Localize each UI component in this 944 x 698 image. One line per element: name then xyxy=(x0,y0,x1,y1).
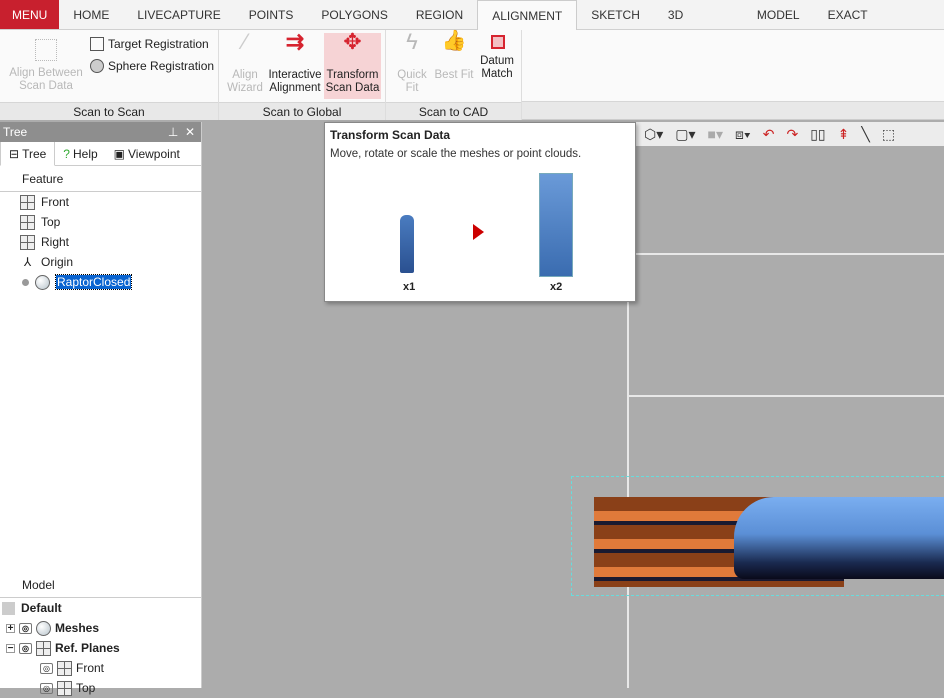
plane-icon xyxy=(57,660,72,676)
rotate-left-icon[interactable]: ↶ xyxy=(763,126,775,143)
play-arrow-icon xyxy=(473,224,484,240)
statue-small-image xyxy=(400,215,414,273)
plane-icon xyxy=(36,640,51,656)
tab-polygons[interactable]: POLYGONS xyxy=(307,0,401,29)
collapse-icon[interactable]: − xyxy=(6,643,15,653)
lift-icon[interactable]: ⇞ xyxy=(838,126,850,143)
feature-front[interactable]: Front xyxy=(0,192,201,212)
model-ref-planes[interactable]: − ◎ Ref. Planes xyxy=(0,638,201,658)
tab-points[interactable]: POINTS xyxy=(235,0,308,29)
panel-title-bar: Tree ⊥ ✕ xyxy=(0,122,201,142)
tooltip-title: Transform Scan Data xyxy=(330,128,451,142)
tab-viewpoint[interactable]: ▣ Viewpoint xyxy=(106,142,188,166)
interactive-alignment-icon: ⇉ xyxy=(285,29,305,54)
model-top[interactable]: ◎ Top xyxy=(0,678,201,698)
mirror-icon[interactable]: ▯▯ xyxy=(810,126,825,143)
close-icon[interactable]: ✕ xyxy=(185,125,195,139)
tab-exact-surfacing[interactable]: EXACT SURFACING xyxy=(814,0,944,52)
shaded-cube-icon[interactable]: ■▾ xyxy=(708,126,723,143)
wand-icon: ⁄ xyxy=(243,29,247,54)
grid-icon xyxy=(35,39,57,61)
target-icon xyxy=(90,37,104,51)
plane-icon xyxy=(57,680,72,696)
eye-icon[interactable]: ◎ xyxy=(40,682,53,694)
mesh-icon xyxy=(36,620,51,636)
feature-header: Feature xyxy=(0,166,201,192)
align-between-button[interactable]: Align Between Scan Data xyxy=(6,33,86,93)
sphere-icon xyxy=(90,59,104,73)
line-icon[interactable]: ╲ xyxy=(861,126,869,143)
group-label: Scan to CAD xyxy=(386,102,521,120)
mesh-icon xyxy=(35,274,50,290)
datum-match-button[interactable]: Datum Match xyxy=(476,33,518,81)
thumbs-up-icon: 👍 xyxy=(441,30,467,52)
best-fit-button[interactable]: 👍 Best Fit xyxy=(434,30,474,82)
plane-icon xyxy=(20,234,35,250)
tooltip-description: Move, rotate or scale the meshes or poin… xyxy=(330,148,582,160)
rotate-right-icon[interactable]: ↷ xyxy=(786,126,798,143)
label-x1: x1 xyxy=(403,281,416,293)
align-wizard-button[interactable]: ⁄ Align Wizard xyxy=(225,29,265,95)
help-icon: ? xyxy=(63,146,70,161)
tooltip: Transform Scan Data Move, rotate or scal… xyxy=(324,122,636,302)
eye-icon[interactable]: ◎ xyxy=(40,662,53,674)
model-front[interactable]: ◎ Front xyxy=(0,658,201,678)
transform-icon: ✥ xyxy=(343,29,362,54)
tab-home[interactable]: HOME xyxy=(59,0,123,29)
datum-match-icon xyxy=(491,35,505,49)
feature-top[interactable]: Top xyxy=(0,212,201,232)
pin-icon[interactable]: ⊥ xyxy=(168,125,178,139)
mesh-blue xyxy=(734,497,944,579)
plane-icon xyxy=(20,214,35,230)
model-meshes[interactable]: + ◎ Meshes xyxy=(0,618,201,638)
statue-large-image xyxy=(539,173,573,277)
eye-icon[interactable]: ◎ xyxy=(19,622,32,634)
tree-panel: Tree ⊥ ✕ ⊟ Tree ? Help ▣ Viewpoint Feature F… xyxy=(0,122,202,696)
box-view-icon[interactable]: ⧈▾ xyxy=(735,126,751,143)
tab-model[interactable]: MODEL xyxy=(743,0,814,29)
mesh-render-icon[interactable]: ⬡▾ xyxy=(644,126,663,143)
tab-region[interactable]: REGION xyxy=(402,0,477,29)
lightning-icon: ϟ xyxy=(406,29,418,54)
group-scan-to-scan: Align Between Scan Data Target Registrat… xyxy=(0,30,219,120)
target-registration-button[interactable]: Target Registration xyxy=(90,37,209,51)
cube-icon[interactable]: ▢▾ xyxy=(675,126,695,143)
model-default[interactable]: Default xyxy=(0,598,201,618)
layer-icon xyxy=(2,601,15,615)
feature-raptorclosed[interactable]: RaptorClosed xyxy=(0,272,201,292)
status-dot-icon xyxy=(22,278,29,286)
rect-select-icon[interactable]: ⬚ xyxy=(882,126,895,143)
ribbon: Align Between Scan Data Target Registrat… xyxy=(0,30,944,120)
tab-help[interactable]: ? Help xyxy=(55,142,105,166)
model-header: Model xyxy=(0,572,201,598)
feature-origin[interactable]: ⅄ Origin xyxy=(0,252,201,272)
group-scan-to-global: ⁄ Align Wizard ⇉ Interactive Alignment ✥ Tr… xyxy=(219,30,386,120)
feature-right[interactable]: Right xyxy=(0,232,201,252)
ribbon-tabs: MENU HOME LIVECAPTURE POINTS POLYGONS RE… xyxy=(0,0,944,52)
plane-icon xyxy=(20,194,35,210)
tab-tree[interactable]: ⊟ Tree xyxy=(0,141,56,166)
group-label: Scan to Scan xyxy=(0,102,218,120)
tab-3d-sketch[interactable]: 3D SKETCH xyxy=(654,0,743,52)
tab-menu[interactable]: MENU xyxy=(0,0,60,29)
axis-icon: ⅄ xyxy=(23,255,32,269)
view-toolbar: ⬡▾ ▢▾ ■▾ ⧈▾ ↶ ↷ ▯▯ ⇞ ╲ ⬚ xyxy=(636,122,944,146)
tab-livecapture[interactable]: LIVECAPTURE xyxy=(123,0,234,29)
transform-scan-data-button[interactable]: ✥ Transform Scan Data xyxy=(324,29,381,99)
expand-icon[interactable]: + xyxy=(6,623,15,633)
quick-fit-button[interactable]: ϟ Quick Fit xyxy=(392,29,432,95)
interactive-alignment-button[interactable]: ⇉ Interactive Alignment xyxy=(267,29,323,95)
tab-sketch[interactable]: SKETCH xyxy=(577,0,654,29)
tab-alignment[interactable]: ALIGNMENT xyxy=(477,0,578,31)
label-x2: x2 xyxy=(550,281,563,293)
sphere-registration-button[interactable]: Sphere Registration xyxy=(90,59,214,73)
tree-icon: ⊟ xyxy=(9,146,20,161)
camera-icon: ▣ xyxy=(113,146,126,161)
group-scan-to-cad: ϟ Quick Fit 👍 Best Fit Datum Match Scan to… xyxy=(386,30,522,120)
group-label: Scan to Global xyxy=(219,102,385,120)
eye-icon[interactable]: ◎ xyxy=(19,642,32,654)
